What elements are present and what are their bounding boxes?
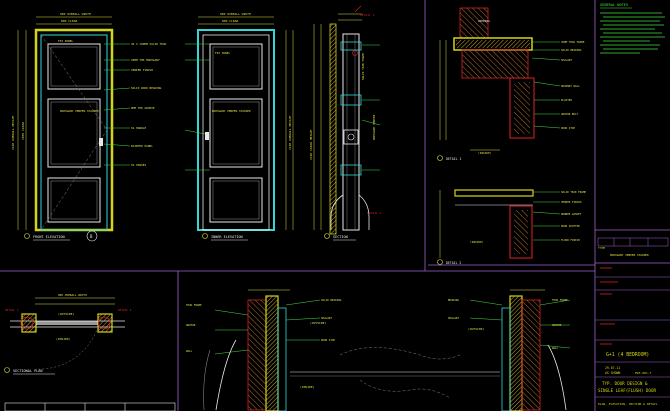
notes-text-lines <box>600 12 665 54</box>
svg-text:(OUTSIDE): (OUTSIDE) <box>468 327 484 331</box>
drawing-number: PWF-081-T <box>635 371 651 375</box>
svg-text:MAHOGANY VENEER STAINED: MAHOGANY VENEER STAINED <box>60 109 99 113</box>
front-elevation-door: 900 OVERALL WIDTH 800 CLEAR 2100 OVERALL… <box>11 12 167 242</box>
svg-text:RUBBER GASKET: RUBBER GASKET <box>561 212 582 216</box>
svg-text:ANCHOR BOLT: ANCHOR BOLT <box>561 112 579 116</box>
drawing-subtitle: PLAN, ELEVATION, SECTION & DETAIL <box>598 402 658 406</box>
svg-text:SS HANDLE: SS HANDLE <box>131 126 146 130</box>
svg-text:2050 CLEAR: 2050 CLEAR <box>21 122 25 140</box>
drawing-title-line-2: SINGLE LEAF(FLUSH) DOOR <box>598 388 656 393</box>
svg-text:SEALANT: SEALANT <box>561 58 572 62</box>
svg-text:SOLID BEADING: SOLID BEADING <box>321 298 342 302</box>
detail-2-title: DETAIL 2 <box>446 261 461 265</box>
svg-text:MAHOGANY VENEER: MAHOGANY VENEER <box>372 114 376 140</box>
svg-text:SS HINGES: SS HINGES <box>131 163 146 167</box>
detail-4-drawing: BEADING SEALANT TEAK FRAME ANCHOR WALL (… <box>448 289 571 411</box>
sectional-plan-label: SECTIONAL PLAN <box>13 369 43 373</box>
detail-1-callout: DETAIL 1 <box>360 13 375 17</box>
general-notes-title: GENERAL NOTES <box>600 3 628 7</box>
svg-text:TEAK FRAME: TEAK FRAME <box>552 298 568 302</box>
svg-text:VENEER FINISH: VENEER FINISH <box>561 200 582 204</box>
svg-text:45MM TEAK FRAME: 45MM TEAK FRAME <box>561 40 585 44</box>
svg-text:(INSIDE): (INSIDE) <box>470 240 484 244</box>
svg-text:SEALANT: SEALANT <box>321 316 332 320</box>
svg-text:800 CLEAR: 800 CLEAR <box>222 19 238 23</box>
svg-text:TEAK FRAME: TEAK FRAME <box>186 303 202 307</box>
door-type-label: TYPE <box>598 246 605 250</box>
cad-drawing-sheet: 900 OVERALL WIDTH 800 CLEAR 2100 OVERALL… <box>0 0 670 411</box>
svg-text:45 X 100MM SOLID TEAK: 45 X 100MM SOLID TEAK <box>131 42 167 46</box>
svg-text:SOLID TEAK FRAME: SOLID TEAK FRAME <box>361 53 365 80</box>
svg-text:FIX PANEL: FIX PANEL <box>215 51 230 55</box>
door-section: 2100 CLEAR HEIGHT DETAIL 1 DETAIL 2 SOLI… <box>309 5 382 241</box>
svg-text:SEALANT: SEALANT <box>448 316 459 320</box>
inner-elevation-label: INNER ELEVATION <box>211 235 243 239</box>
svg-text:900 OVERALL WIDTH: 900 OVERALL WIDTH <box>58 293 87 297</box>
svg-text:DOOR STOP: DOOR STOP <box>561 126 575 130</box>
svg-text:DOOR SHUTTER: DOOR SHUTTER <box>561 224 580 228</box>
svg-text:SOLID TEAK FRAME: SOLID TEAK FRAME <box>561 190 586 194</box>
sectional-plan: 900 OVERALL WIDTH (OUTSIDE) (INSIDE) DET… <box>4 293 176 411</box>
svg-text:MASONRY WALL: MASONRY WALL <box>561 84 580 88</box>
project-name: G+1 (4 BEDROOM) <box>606 352 649 358</box>
plan-detail-3: DETAIL 3 <box>5 308 19 312</box>
svg-text:(INSIDE): (INSIDE) <box>478 151 492 155</box>
svg-text:B: B <box>90 234 93 239</box>
detail-2-callout: DETAIL 2 <box>367 211 382 215</box>
detail-3-drawing: SOLID BEADING SEALANT DOOR STOP TEAK FRA… <box>186 289 500 411</box>
svg-text:(OUTSIDE): (OUTSIDE) <box>310 321 326 325</box>
svg-text:900 OVERALL WIDTH: 900 OVERALL WIDTH <box>220 12 251 16</box>
drawing-scale: AS SHOWN <box>605 371 620 375</box>
svg-text:SOLID WOOD BEADING: SOLID WOOD BEADING <box>131 86 162 90</box>
door-type-value: MAHOGANY VENEER STAINED <box>610 253 649 257</box>
svg-text:VENEER FINISH: VENEER FINISH <box>131 68 153 72</box>
svg-text:ANCHOR: ANCHOR <box>552 323 562 327</box>
svg-text:2100 OVERALL HEIGHT: 2100 OVERALL HEIGHT <box>11 115 15 150</box>
svg-text:6MM THK GROOVE: 6MM THK GROOVE <box>131 106 155 110</box>
svg-text:900 OVERALL WIDTH: 900 OVERALL WIDTH <box>60 12 91 16</box>
plan-outside-label: (OUTSIDE) <box>58 312 74 316</box>
section-label: SECTION <box>333 235 348 239</box>
front-elevation-label: FRONT ELEVATION <box>33 235 65 239</box>
svg-text:PLASTER: PLASTER <box>561 98 572 102</box>
drawing-title-line-1: TYP. DOOR DESIGN & <box>602 381 648 386</box>
svg-text:800 CLEAR: 800 CLEAR <box>61 19 77 23</box>
svg-text:BEADING: BEADING <box>448 298 459 302</box>
svg-text:2100 OVERALL HEIGHT: 2100 OVERALL HEIGHT <box>288 115 292 150</box>
inner-elevation-door: 900 OVERALL WIDTH 800 CLEAR 2100 OVERALL… <box>184 12 294 241</box>
svg-text:DOOR STOP: DOOR STOP <box>321 338 335 342</box>
svg-text:OPENING: OPENING <box>478 19 490 23</box>
svg-text:FLOOR FINISH: FLOOR FINISH <box>561 238 580 242</box>
drawing-date: 29.07.11 <box>605 366 620 370</box>
svg-text:(INSIDE): (INSIDE) <box>300 385 315 389</box>
svg-text:ANCHOR: ANCHOR <box>186 323 196 327</box>
svg-text:SOLID BEADING: SOLID BEADING <box>561 48 582 52</box>
general-notes: GENERAL NOTES <box>600 3 665 54</box>
svg-text:MAHOGANY VENEER STAINED: MAHOGANY VENEER STAINED <box>212 109 251 113</box>
svg-text:2100 CLEAR HEIGHT: 2100 CLEAR HEIGHT <box>309 129 313 160</box>
detail-1-title: DETAIL 1 <box>446 157 461 161</box>
title-block: TYPE MAHOGANY VENEER STAINED G+1 (4 BEDR… <box>595 229 670 406</box>
svg-text:PAINTED PANEL: PAINTED PANEL <box>131 144 153 148</box>
detail-2-drawing: (INSIDE) SOLID TEAK FRAME VENEER FINISH … <box>437 189 586 265</box>
svg-text:WALL: WALL <box>186 349 193 353</box>
detail-1-drawing: (INSIDE) 45MM TEAK FRAME SOLID BEADING S… <box>437 7 585 161</box>
plan-inside-label: (INSIDE) <box>56 337 71 341</box>
plan-detail-4: DETAIL 4 <box>118 308 132 312</box>
svg-text:FIX PANEL: FIX PANEL <box>58 39 73 43</box>
svg-text:WALL: WALL <box>552 346 559 350</box>
svg-text:20MM THK MAHOGANY: 20MM THK MAHOGANY <box>131 58 160 62</box>
